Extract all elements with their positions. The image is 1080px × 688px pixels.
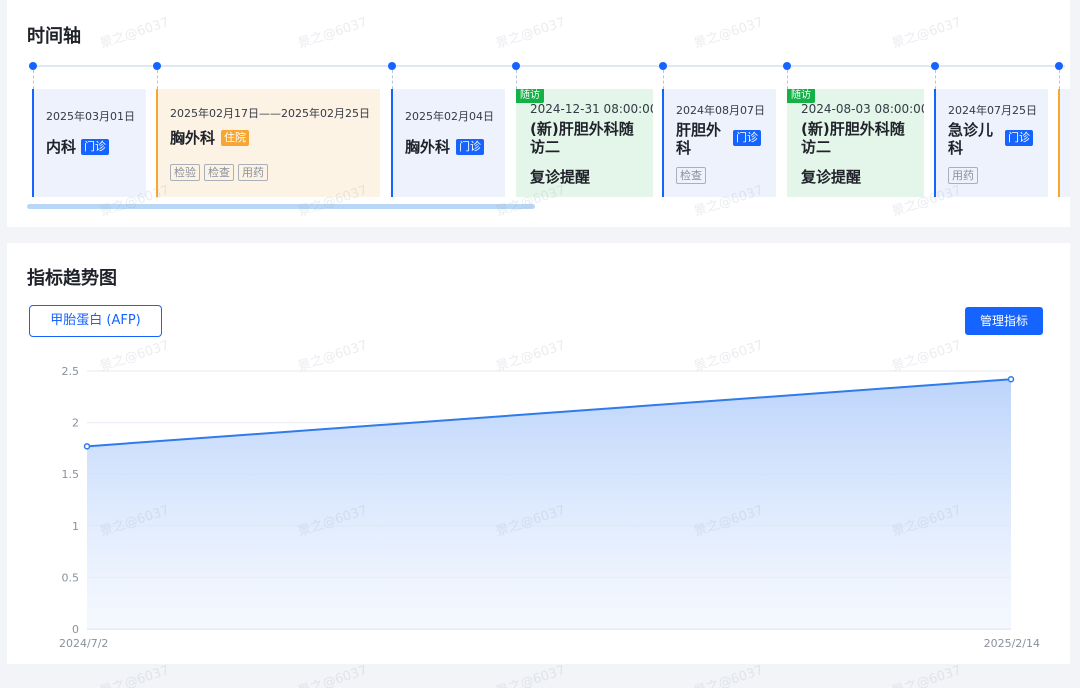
followup-title: (新)肝胆外科随访二 — [801, 120, 905, 156]
followup-subtitle: 复诊提醒 — [801, 168, 862, 186]
metric-selector-button[interactable]: 甲胎蛋白 (AFP) — [29, 305, 162, 337]
timeline-dot — [153, 62, 161, 70]
timeline-dot — [29, 62, 37, 70]
followup-datetime: 2024-08-03 08:00:00 — [801, 102, 924, 116]
visit-date: 2025年03月01日 — [46, 110, 135, 123]
department-name: 胸外科 — [170, 129, 216, 147]
timeline-card[interactable]: 2024年08月07日 肝胆外科 门诊 检查 — [662, 89, 776, 197]
visit-date: 2025年02月17日——2025年02月25日 — [170, 107, 370, 120]
department-name: 内科 — [46, 138, 77, 156]
followup-card[interactable]: 随访 2024-12-31 08:00:00 (新)肝胆外科随访二 复诊提醒 — [516, 89, 653, 197]
tag-exam[interactable]: 检查 — [204, 164, 234, 181]
tag-medication[interactable]: 用药 — [238, 164, 268, 181]
y-tick-label: 0 — [72, 623, 79, 636]
tag-exam[interactable]: 检查 — [676, 167, 706, 184]
timeline-dot — [512, 62, 520, 70]
timeline-connector — [1059, 70, 1060, 89]
timeline-connector — [787, 70, 788, 89]
x-tick-label: 2024/7/2 — [59, 637, 108, 650]
tag-lab[interactable]: 检验 — [170, 164, 200, 181]
record-tags: 检查 — [676, 167, 706, 184]
followup-subtitle: 复诊提醒 — [530, 168, 591, 186]
timeline-dot — [659, 62, 667, 70]
followup-title: (新)肝胆外科随访二 — [530, 120, 634, 156]
x-tick-label: 2025/2/14 — [984, 637, 1040, 650]
timeline-connector — [157, 70, 158, 89]
department-name: 胸外科 — [405, 138, 451, 156]
y-tick-label: 1 — [72, 520, 79, 533]
timeline-dot — [1055, 62, 1063, 70]
data-point[interactable] — [83, 443, 91, 450]
timeline-scrollbar[interactable] — [27, 204, 535, 209]
timeline-connector — [392, 70, 393, 89]
timeline-title: 时间轴 — [27, 26, 81, 47]
y-tick-label: 1.5 — [62, 468, 80, 481]
outpatient-badge: 门诊 — [81, 139, 109, 155]
timeline-card[interactable]: 2025年02月17日——2025年02月25日 胸外科 住院 检验 检查 用药 — [156, 89, 380, 197]
record-tags: 用药 — [948, 167, 978, 184]
outpatient-badge: 门诊 — [733, 130, 761, 146]
timeline-panel: 时间轴 2025年03月01日 内科 门诊 2025年02月17日——2025年… — [7, 0, 1070, 227]
timeline-axis — [33, 65, 1065, 67]
outpatient-badge: 门诊 — [456, 139, 484, 155]
timeline-connector — [516, 70, 517, 89]
timeline-dot — [783, 62, 791, 70]
series-area — [87, 379, 1011, 629]
timeline-card[interactable]: 2025年03月01日 内科 门诊 — [32, 89, 146, 197]
visit-date: 2025年02月04日 — [405, 110, 494, 123]
timeline-dot — [388, 62, 396, 70]
followup-datetime: 2024-12-31 08:00:00 — [530, 102, 653, 116]
trend-panel: 指标趋势图 甲胎蛋白 (AFP) 管理指标 0 0.5 1 1.5 2 2.5 2024/7… — [7, 243, 1070, 664]
manage-metrics-button[interactable]: 管理指标 — [965, 307, 1043, 335]
followup-badge: 随访 — [787, 89, 815, 103]
followup-badge: 随访 — [516, 89, 544, 103]
outpatient-badge: 门诊 — [1005, 130, 1033, 146]
y-tick-label: 2 — [72, 417, 79, 430]
followup-card[interactable]: 随访 2024-08-03 08:00:00 (新)肝胆外科随访二 复诊提醒 — [787, 89, 924, 197]
timeline-connector — [663, 70, 664, 89]
department-name: 急诊儿科 — [948, 121, 994, 157]
timeline-connector — [935, 70, 936, 89]
record-tags: 检验 检查 用药 — [170, 164, 268, 181]
timeline-card[interactable]: 2025年02月04日 胸外科 门诊 — [391, 89, 505, 197]
inpatient-badge: 住院 — [221, 130, 249, 146]
trend-chart: 0 0.5 1 1.5 2 2.5 2024/7/2 2025/2/14 — [59, 365, 1040, 650]
timeline-connector — [33, 70, 34, 89]
y-tick-label: 0.5 — [62, 571, 80, 584]
data-point[interactable] — [1007, 376, 1015, 383]
timeline-dot — [931, 62, 939, 70]
department-name: 肝胆外科 — [676, 121, 722, 157]
tag-medication[interactable]: 用药 — [948, 167, 978, 184]
timeline-card[interactable]: 2024年07月25日 急诊儿科 门诊 用药 — [934, 89, 1048, 197]
y-tick-label: 2.5 — [62, 365, 80, 378]
visit-date: 2024年08月07日 — [676, 104, 765, 117]
trend-title: 指标趋势图 — [27, 268, 117, 289]
timeline-card[interactable] — [1058, 89, 1070, 197]
visit-date: 2024年07月25日 — [948, 104, 1037, 117]
